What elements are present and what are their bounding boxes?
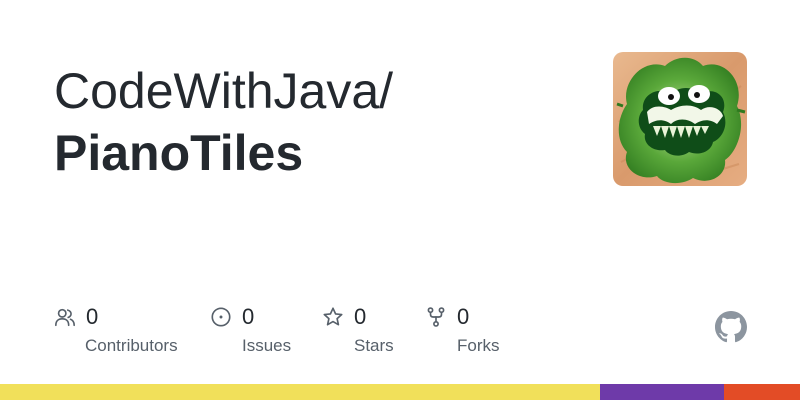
owner-avatar[interactable] — [613, 52, 747, 186]
language-bar-segment — [724, 384, 800, 400]
contributors-count: 0 — [86, 304, 99, 329]
issues-stat[interactable]: 0 Issues — [210, 304, 291, 356]
forks-stat[interactable]: 0 Forks — [425, 304, 500, 356]
language-bar-segment — [0, 384, 600, 400]
green-pepper-face-image — [613, 52, 747, 186]
people-icon — [55, 308, 75, 327]
contributors-stat[interactable]: 0 Contributors — [54, 304, 178, 356]
issues-label: Issues — [242, 336, 292, 355]
language-bar-segment — [600, 384, 724, 400]
forks-label: Forks — [457, 336, 500, 355]
forks-count: 0 — [457, 304, 470, 329]
contributors-label: Contributors — [85, 336, 178, 355]
repo-title: CodeWithJava/ PianoTiles — [54, 60, 574, 184]
issue-circle-icon — [211, 307, 231, 327]
issues-count: 0 — [242, 304, 255, 329]
github-mark-icon[interactable] — [715, 311, 747, 343]
stars-count: 0 — [354, 304, 367, 329]
fork-icon — [427, 307, 445, 327]
language-bar — [0, 384, 800, 400]
repo-name[interactable]: PianoTiles — [54, 122, 574, 184]
repo-owner[interactable]: CodeWithJava/ — [54, 60, 574, 122]
stars-stat[interactable]: 0 Stars — [322, 304, 394, 356]
star-icon — [323, 307, 343, 326]
stars-label: Stars — [354, 336, 394, 355]
